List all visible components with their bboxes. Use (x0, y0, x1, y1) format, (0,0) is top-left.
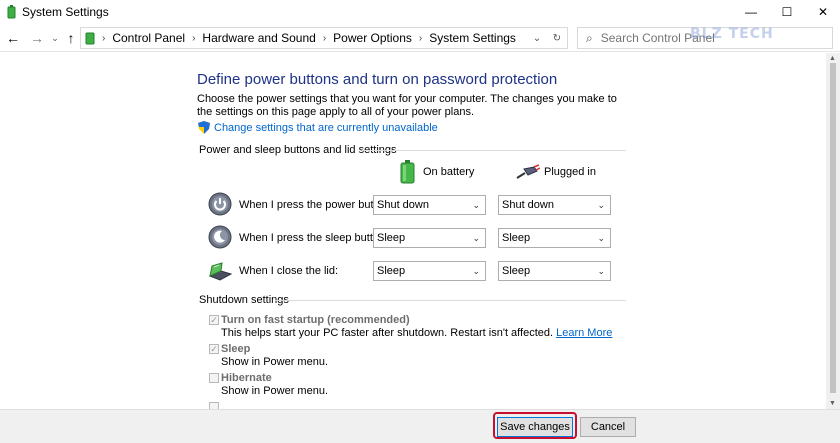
scroll-up-arrow-icon[interactable]: ▲ (829, 55, 836, 62)
power-button-plugged-value: Shut down (502, 199, 554, 211)
close-lid-battery-value: Sleep (377, 265, 406, 277)
learn-more-link[interactable]: Learn More (556, 327, 612, 339)
sleep-option-title: Sleep (221, 343, 251, 355)
change-settings-link[interactable]: Change settings that are currently unava… (198, 121, 438, 134)
laptop-lid-icon (208, 262, 232, 281)
sleep-button-plugged-value: Sleep (502, 232, 531, 244)
sleep-button-label: When I press the sleep button: (239, 232, 389, 244)
plugged-in-header: Plugged in (516, 164, 596, 180)
forward-arrow-icon[interactable]: → (28, 29, 46, 47)
back-arrow-icon[interactable]: ← (4, 29, 22, 47)
title-bar: System Settings — ☐ ✕ (0, 0, 840, 24)
search-icon: ⌕ (586, 30, 593, 45)
breadcrumb-control-panel[interactable]: Control Panel (112, 31, 185, 45)
uac-shield-icon (198, 121, 210, 134)
scrollbar-thumb[interactable] (830, 63, 836, 393)
sleep-button-icon (208, 225, 232, 249)
chevron-down-icon: ⌄ (472, 199, 480, 210)
close-lid-battery-select[interactable]: Sleep ⌄ (373, 261, 486, 281)
sleep-checkbox[interactable]: ✓ (209, 344, 219, 354)
breadcrumb-separator-icon: › (322, 32, 327, 44)
breadcrumb-separator-icon: › (192, 32, 196, 44)
vertical-scrollbar[interactable]: ▲ ▼ (826, 53, 840, 409)
sleep-button-battery-value: Sleep (377, 232, 406, 244)
close-lid-label: When I close the lid: (239, 265, 339, 277)
breadcrumb-separator-icon: › (418, 32, 423, 44)
sleep-button-battery-select[interactable]: Sleep ⌄ (373, 228, 486, 248)
power-button-battery-value: Shut down (377, 199, 429, 211)
chevron-down-icon: ⌄ (472, 232, 480, 243)
hibernate-option-description: Show in Power menu. (221, 385, 328, 397)
chevron-down-icon: ⌄ (597, 265, 605, 276)
section-divider (275, 300, 626, 301)
app-icon (7, 5, 16, 19)
power-button-icon (208, 192, 232, 216)
chevron-down-icon: ⌄ (597, 199, 605, 210)
battery-icon (400, 160, 415, 184)
up-arrow-icon[interactable]: ↑ (62, 29, 80, 47)
close-button[interactable]: ✕ (800, 0, 840, 24)
lock-checkbox[interactable] (209, 402, 219, 409)
power-plug-icon (516, 164, 540, 179)
on-battery-label: On battery (423, 166, 475, 178)
sleep-button-plugged-select[interactable]: Sleep ⌄ (498, 228, 611, 248)
hibernate-checkbox[interactable] (209, 373, 219, 383)
scroll-down-arrow-icon[interactable]: ▼ (829, 400, 836, 407)
page-title: Define power buttons and turn on passwor… (197, 71, 558, 88)
fast-startup-description: This helps start your PC faster after sh… (221, 327, 612, 339)
chevron-down-icon: ⌄ (597, 232, 605, 243)
breadcrumb[interactable]: › Control Panel › Hardware and Sound › P… (80, 27, 568, 49)
fast-startup-checkbox[interactable]: ✓ (209, 315, 219, 325)
page-description: Choose the power settings that you want … (197, 93, 617, 118)
breadcrumb-separator-icon: › (102, 32, 106, 44)
breadcrumb-system-settings[interactable]: System Settings (429, 31, 516, 45)
close-lid-plugged-select[interactable]: Sleep ⌄ (498, 261, 611, 281)
power-button-label: When I press the power button: (239, 199, 392, 211)
refresh-icon[interactable]: ↻ (547, 33, 567, 44)
power-button-battery-select[interactable]: Shut down ⌄ (373, 195, 486, 215)
fast-startup-description-text: This helps start your PC faster after sh… (221, 327, 554, 339)
plugged-in-label: Plugged in (544, 166, 596, 178)
chevron-down-icon: ⌄ (472, 265, 480, 276)
hibernate-option-title: Hibernate (221, 372, 272, 384)
on-battery-header: On battery (399, 160, 474, 184)
control-panel-icon (85, 32, 95, 45)
watermark-logo: BLZ TECH (690, 26, 774, 42)
power-button-plugged-select[interactable]: Shut down ⌄ (498, 195, 611, 215)
main-content: Define power buttons and turn on passwor… (0, 53, 826, 409)
sleep-option-description: Show in Power menu. (221, 356, 328, 368)
breadcrumb-power-options[interactable]: Power Options (333, 31, 412, 45)
footer-bar: Save changes Cancel (0, 409, 840, 443)
cancel-button[interactable]: Cancel (580, 417, 636, 437)
change-settings-link-label[interactable]: Change settings that are currently unava… (214, 122, 438, 134)
section-divider (362, 150, 626, 151)
save-button-highlight (493, 412, 577, 439)
window-title: System Settings (22, 5, 109, 19)
breadcrumb-hardware-and-sound[interactable]: Hardware and Sound (202, 31, 315, 45)
close-lid-plugged-value: Sleep (502, 265, 531, 277)
fast-startup-title: Turn on fast startup (recommended) (221, 314, 410, 326)
chevron-down-icon[interactable]: ⌄ (527, 33, 547, 44)
